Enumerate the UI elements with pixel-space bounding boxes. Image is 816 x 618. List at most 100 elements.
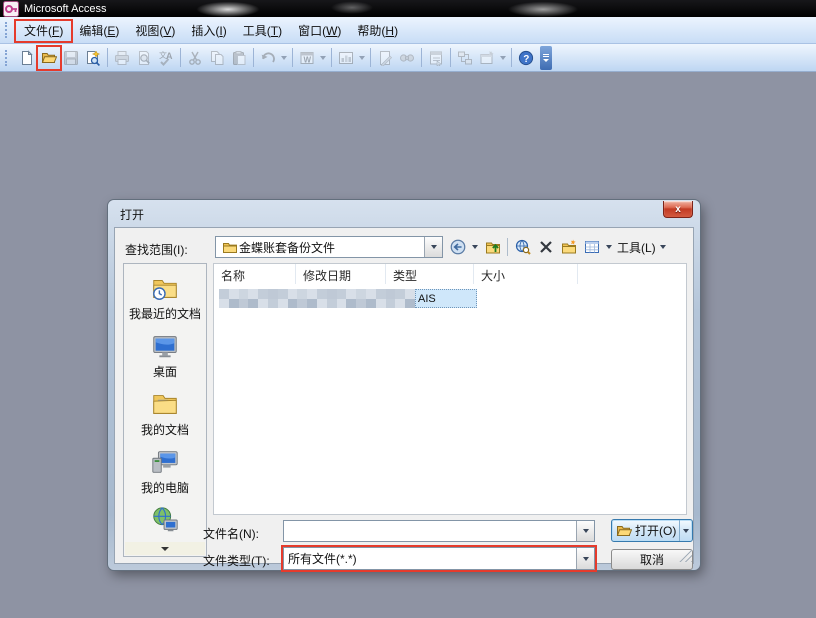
help-icon: ? [518,50,534,66]
column-header-类型[interactable]: 类型 [386,264,474,284]
menu-item-f[interactable]: 文件(F) [16,21,71,41]
censor-block [229,299,239,309]
censor-block [327,289,337,299]
file-list-header: 名称修改日期类型大小 [214,264,686,284]
network-icon [150,505,180,535]
censor-block [337,299,347,309]
toolbar-separator [292,48,293,67]
censor-block [248,299,258,309]
sidebar-place-桌面[interactable]: 桌面 [124,331,206,380]
file-search-button[interactable] [82,47,104,69]
sidebar-place-我的电脑[interactable]: 我的电脑 [124,447,206,496]
censor-block [337,289,347,299]
chevron-down-icon[interactable] [606,245,612,249]
tools-menu-button[interactable]: 工具(L) [617,239,656,256]
file-type-label: 文件类型(T): [203,552,270,569]
menu-item-v[interactable]: 视图(V) [127,21,183,41]
place-label: 我最近的文档 [129,305,201,322]
look-in-combobox[interactable]: 金蝶账套备份文件 [215,236,443,258]
web-search-button[interactable] [512,237,533,258]
spelling-icon: 文A [158,50,174,66]
window-title: Microsoft Access [24,3,107,15]
toolbar-separator [331,48,332,67]
censor-block [366,289,376,299]
censor-block [229,289,239,299]
chevron-down-icon[interactable] [320,56,326,60]
file-type-combobox[interactable]: 所有文件(*.*) [283,547,595,570]
open-button-dropdown[interactable] [680,529,692,533]
column-header-修改日期[interactable]: 修改日期 [296,264,386,284]
menu-bar: 文件(F)编辑(E)视图(V)插入(I)工具(T)窗口(W)帮助(H) [0,17,816,44]
print-button [111,47,133,69]
svg-text:?: ? [523,54,529,65]
open-folder-button[interactable] [38,47,60,69]
selected-file-item[interactable]: AIS [415,289,477,308]
print-icon [114,50,130,66]
censored-file-name [219,289,415,308]
menubar-grip-handle[interactable] [5,22,11,38]
chevron-down-icon[interactable] [281,56,287,60]
properties-button [425,47,447,69]
back-icon [450,239,466,255]
censor-block [258,289,268,299]
up-folder-icon [485,239,501,255]
sidebar-place-我的文档[interactable]: 我的文档 [124,389,206,438]
analyze-button [335,47,357,69]
cancel-button-label: 取消 [640,551,664,568]
censor-block [219,289,229,299]
file-list[interactable]: 名称修改日期类型大小 AIS [213,263,687,515]
toolbar-separator [507,238,508,256]
help-button[interactable]: ? [515,47,537,69]
file-name-dropdown-button[interactable] [576,521,594,541]
sidebar-place-network[interactable] [124,505,206,535]
chevron-down-icon[interactable] [660,245,666,249]
close-icon[interactable]: x [663,201,693,218]
toolbar-separator [370,48,371,67]
new-folder-icon [561,239,577,255]
censor-block [356,299,366,309]
places-sidebar: 我最近的文档桌面我的文档我的电脑 [123,263,207,557]
menu-item-w[interactable]: 窗口(W) [290,21,349,41]
script-button [374,47,396,69]
new-file-button[interactable] [16,47,38,69]
sidebar-place-我最近的文档[interactable]: 我最近的文档 [124,273,206,322]
chevron-down-icon[interactable] [359,56,365,60]
chevron-down-icon[interactable] [472,245,478,249]
new-folder-button[interactable] [558,237,579,258]
menu-item-e[interactable]: 编辑(E) [71,21,127,41]
toolbar-options-icon[interactable] [540,46,552,70]
my-computer-icon [150,447,180,477]
new-object-button [476,47,498,69]
file-type-dropdown-button[interactable] [576,548,594,569]
properties-icon [428,50,444,66]
cut-icon [187,50,203,66]
my-documents-icon [150,389,180,419]
censor-block [317,299,327,309]
menu-item-h[interactable]: 帮助(H) [349,21,406,41]
menu-item-t[interactable]: 工具(T) [235,21,290,41]
column-header-大小[interactable]: 大小 [474,264,578,284]
svg-text:W: W [304,55,312,64]
file-name-combobox[interactable] [283,520,595,542]
toolbar-grip-handle[interactable] [5,50,11,66]
censor-block [386,299,396,309]
file-type-value: 所有文件(*.*) [284,550,576,567]
chevron-down-icon[interactable] [500,56,506,60]
copy-button [206,47,228,69]
column-header-名称[interactable]: 名称 [214,264,296,284]
censor-block [307,289,317,299]
censor-block [356,289,366,299]
delete-button[interactable] [535,237,556,258]
column-header-blank[interactable] [578,264,686,284]
menu-item-i[interactable]: 插入(I) [183,21,234,41]
back-button[interactable] [447,237,468,258]
views-button[interactable] [581,237,602,258]
censor-block [268,289,278,299]
places-scroll-down-button[interactable] [125,542,205,555]
up-folder-button[interactable] [482,237,503,258]
relationships-icon [457,50,473,66]
open-button[interactable]: 打开(O) [611,519,693,542]
look-in-dropdown-button[interactable] [424,237,442,257]
recent-documents-icon [150,273,180,303]
cancel-button[interactable]: 取消 [611,549,693,570]
